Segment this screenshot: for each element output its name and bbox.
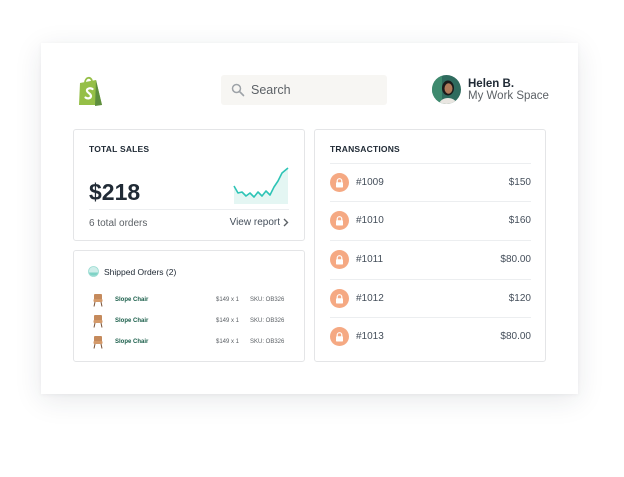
divider — [89, 209, 289, 210]
shipping-status-icon — [88, 266, 99, 277]
transaction-id: #1009 — [356, 177, 384, 188]
transaction-row[interactable]: #1013 $80.00 — [330, 317, 531, 355]
product-price-qty: $149 x 1 — [216, 318, 240, 324]
shipped-orders-header[interactable]: Shipped Orders (2) — [88, 266, 176, 277]
product-name[interactable]: Slope Chair — [115, 318, 148, 324]
list-item[interactable]: Slope Chair $149 x 1 SKU: OB326 — [92, 293, 292, 307]
view-report-link[interactable]: View report — [230, 217, 289, 228]
product-sku: SKU: OB326 — [250, 297, 285, 303]
transactions-card: TRANSACTIONS #1009 $150 #1010 $160 #1011… — [314, 129, 546, 362]
search-input[interactable] — [251, 83, 371, 97]
product-price-qty: $149 x 1 — [216, 297, 240, 303]
lock-icon — [330, 289, 349, 308]
product-price-qty: $149 x 1 — [216, 339, 240, 345]
transaction-amount: $120 — [508, 293, 531, 304]
chair-icon — [93, 315, 103, 328]
dashboard-window: Helen B. My Work Space TOTAL SALES $218 … — [41, 43, 578, 394]
lock-icon — [330, 327, 349, 346]
transaction-id: #1013 — [356, 331, 384, 342]
total-sales-amount: $218 — [89, 179, 141, 205]
chair-icon — [93, 336, 103, 349]
transaction-row[interactable]: #1010 $160 — [330, 201, 531, 239]
lock-icon — [330, 250, 349, 269]
lock-icon — [330, 173, 349, 192]
lock-icon — [330, 211, 349, 230]
shopify-logo-icon[interactable] — [76, 75, 104, 107]
user-profile[interactable]: Helen B. My Work Space — [432, 75, 549, 104]
transaction-row[interactable]: #1011 $80.00 — [330, 240, 531, 278]
transaction-row[interactable]: #1009 $150 — [330, 163, 531, 201]
search-bar[interactable] — [221, 75, 387, 105]
chair-icon — [93, 294, 103, 307]
transaction-id: #1012 — [356, 293, 384, 304]
transaction-id: #1010 — [356, 215, 384, 226]
transaction-row[interactable]: #1012 $120 — [330, 279, 531, 317]
total-orders-count: 6 total orders — [89, 218, 148, 229]
transaction-id: #1011 — [356, 254, 384, 265]
total-sales-title: TOTAL SALES — [89, 144, 150, 154]
avatar[interactable] — [432, 75, 461, 104]
transaction-amount: $80.00 — [500, 254, 531, 265]
total-sales-card: TOTAL SALES $218 6 total orders View rep… — [73, 129, 305, 241]
shipped-orders-card: Shipped Orders (2) Slope Chair $149 x 1 … — [73, 250, 305, 362]
workspace-name: My Work Space — [468, 89, 549, 102]
shipped-orders-title: Shipped Orders (2) — [104, 266, 177, 277]
user-name: Helen B. — [468, 77, 515, 90]
product-sku: SKU: OB326 — [250, 318, 285, 324]
transaction-amount: $160 — [508, 215, 531, 226]
product-name[interactable]: Slope Chair — [115, 339, 148, 345]
product-name[interactable]: Slope Chair — [115, 297, 148, 303]
transaction-amount: $80.00 — [500, 331, 531, 342]
search-icon — [231, 83, 245, 97]
transactions-title: TRANSACTIONS — [330, 144, 400, 154]
transaction-amount: $150 — [508, 177, 531, 188]
product-sku: SKU: OB326 — [250, 339, 285, 345]
list-item[interactable]: Slope Chair $149 x 1 SKU: OB326 — [92, 335, 292, 349]
view-report-label: View report — [229, 217, 280, 228]
list-item[interactable]: Slope Chair $149 x 1 SKU: OB326 — [92, 314, 292, 328]
sales-sparkline — [233, 167, 289, 204]
chevron-right-icon — [283, 218, 289, 227]
